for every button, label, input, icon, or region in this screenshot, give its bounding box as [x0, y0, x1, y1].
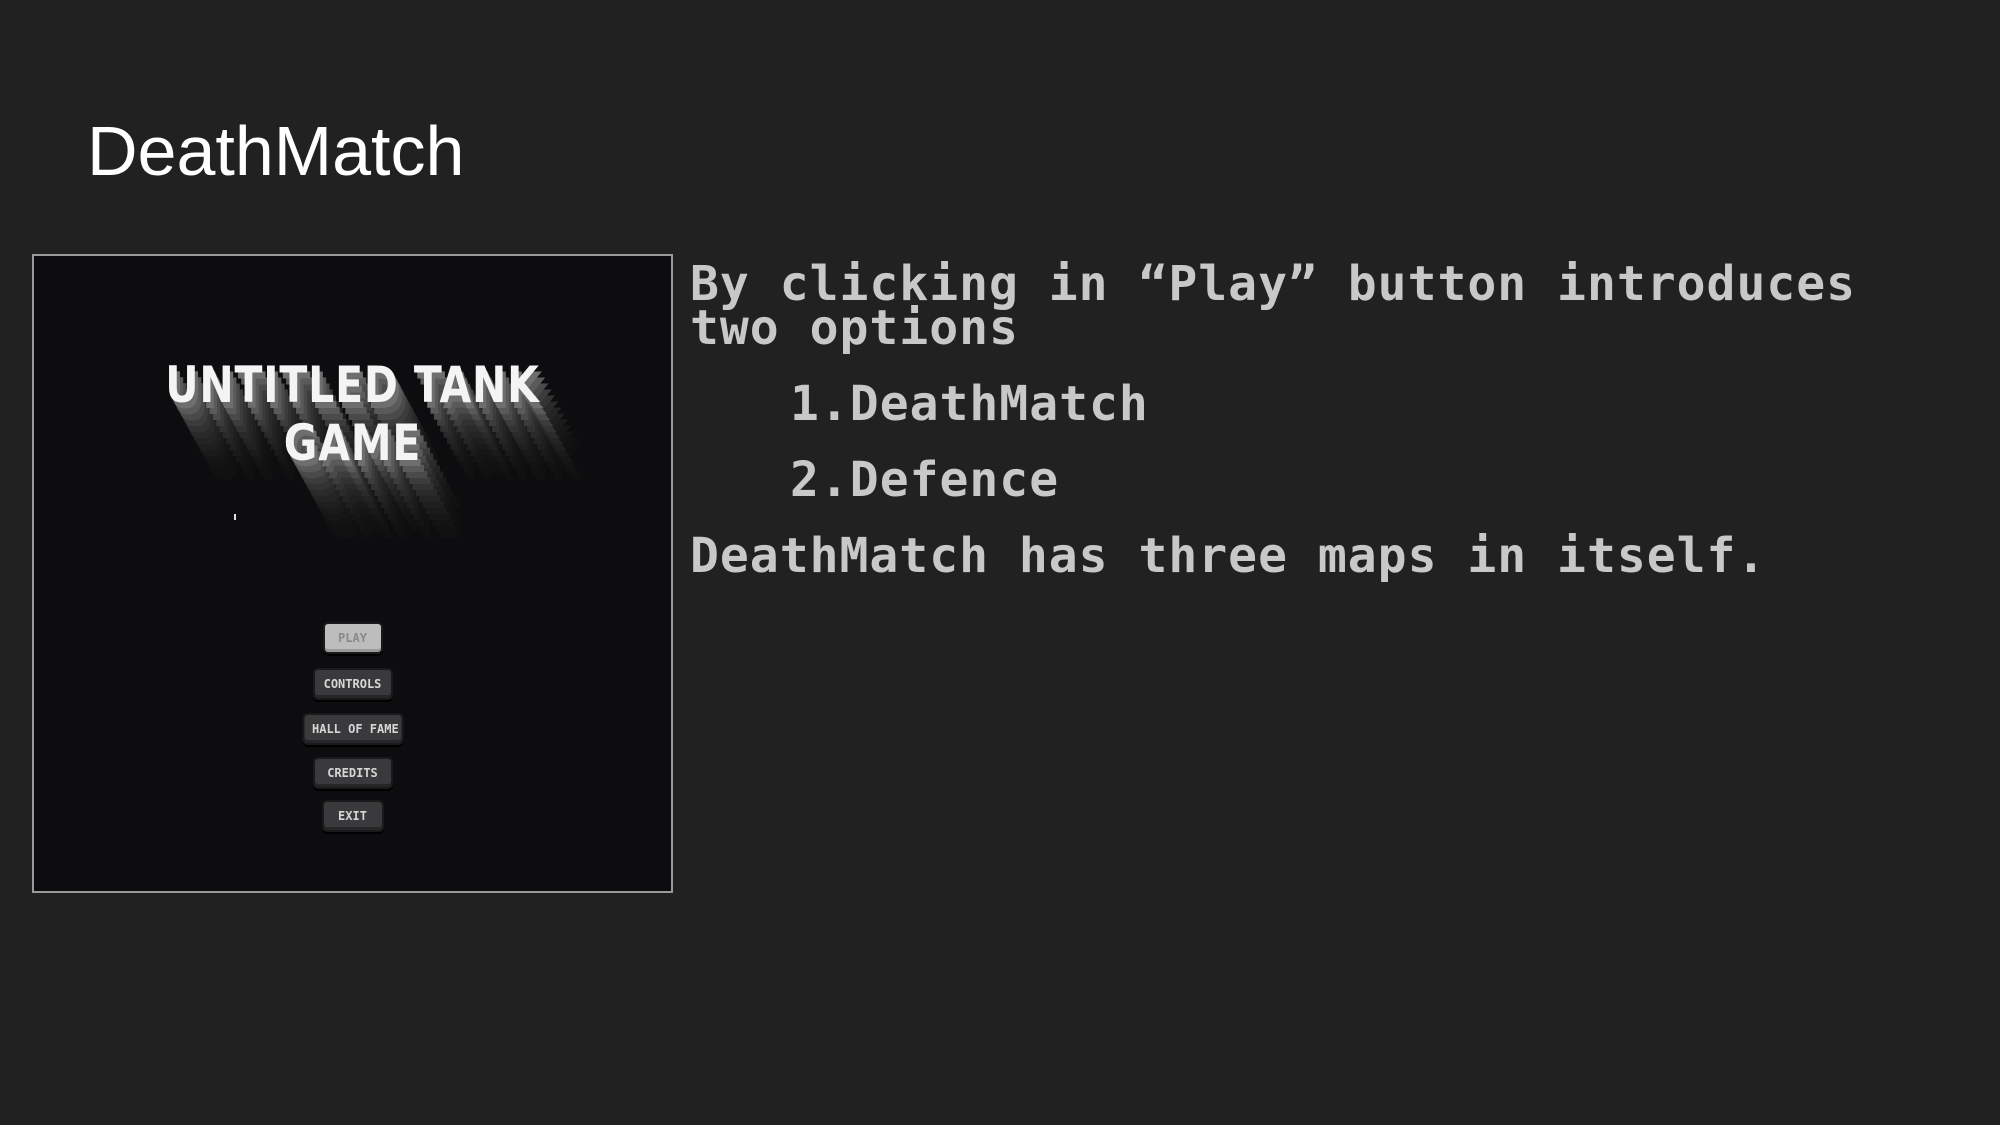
credits-button[interactable]: CREDITS [312, 757, 393, 789]
description-text: By clicking in “Play” button introduces … [690, 256, 1970, 584]
intro-paragraph: By clicking in “Play” button introduces … [690, 256, 1886, 356]
play-button[interactable]: PLAY [322, 622, 383, 654]
slide-title: DeathMatch [87, 112, 465, 190]
mouse-cursor-icon [234, 514, 236, 520]
game-screenshot: UNTITLED TANK GAME PLAY CONTROLS HALL OF… [32, 254, 673, 893]
controls-button[interactable]: CONTROLS [312, 668, 393, 700]
hall-of-fame-button[interactable]: HALL OF FAME [302, 713, 403, 745]
game-title-container: UNTITLED TANK GAME [34, 356, 671, 472]
option-defence: 2.Defence [790, 452, 1060, 508]
game-title: UNTITLED TANK GAME [165, 356, 540, 472]
exit-button[interactable]: EXIT [321, 800, 384, 832]
outro-paragraph: DeathMatch has three maps in itself. [690, 528, 1767, 584]
option-deathmatch: 1.DeathMatch [790, 376, 1149, 432]
